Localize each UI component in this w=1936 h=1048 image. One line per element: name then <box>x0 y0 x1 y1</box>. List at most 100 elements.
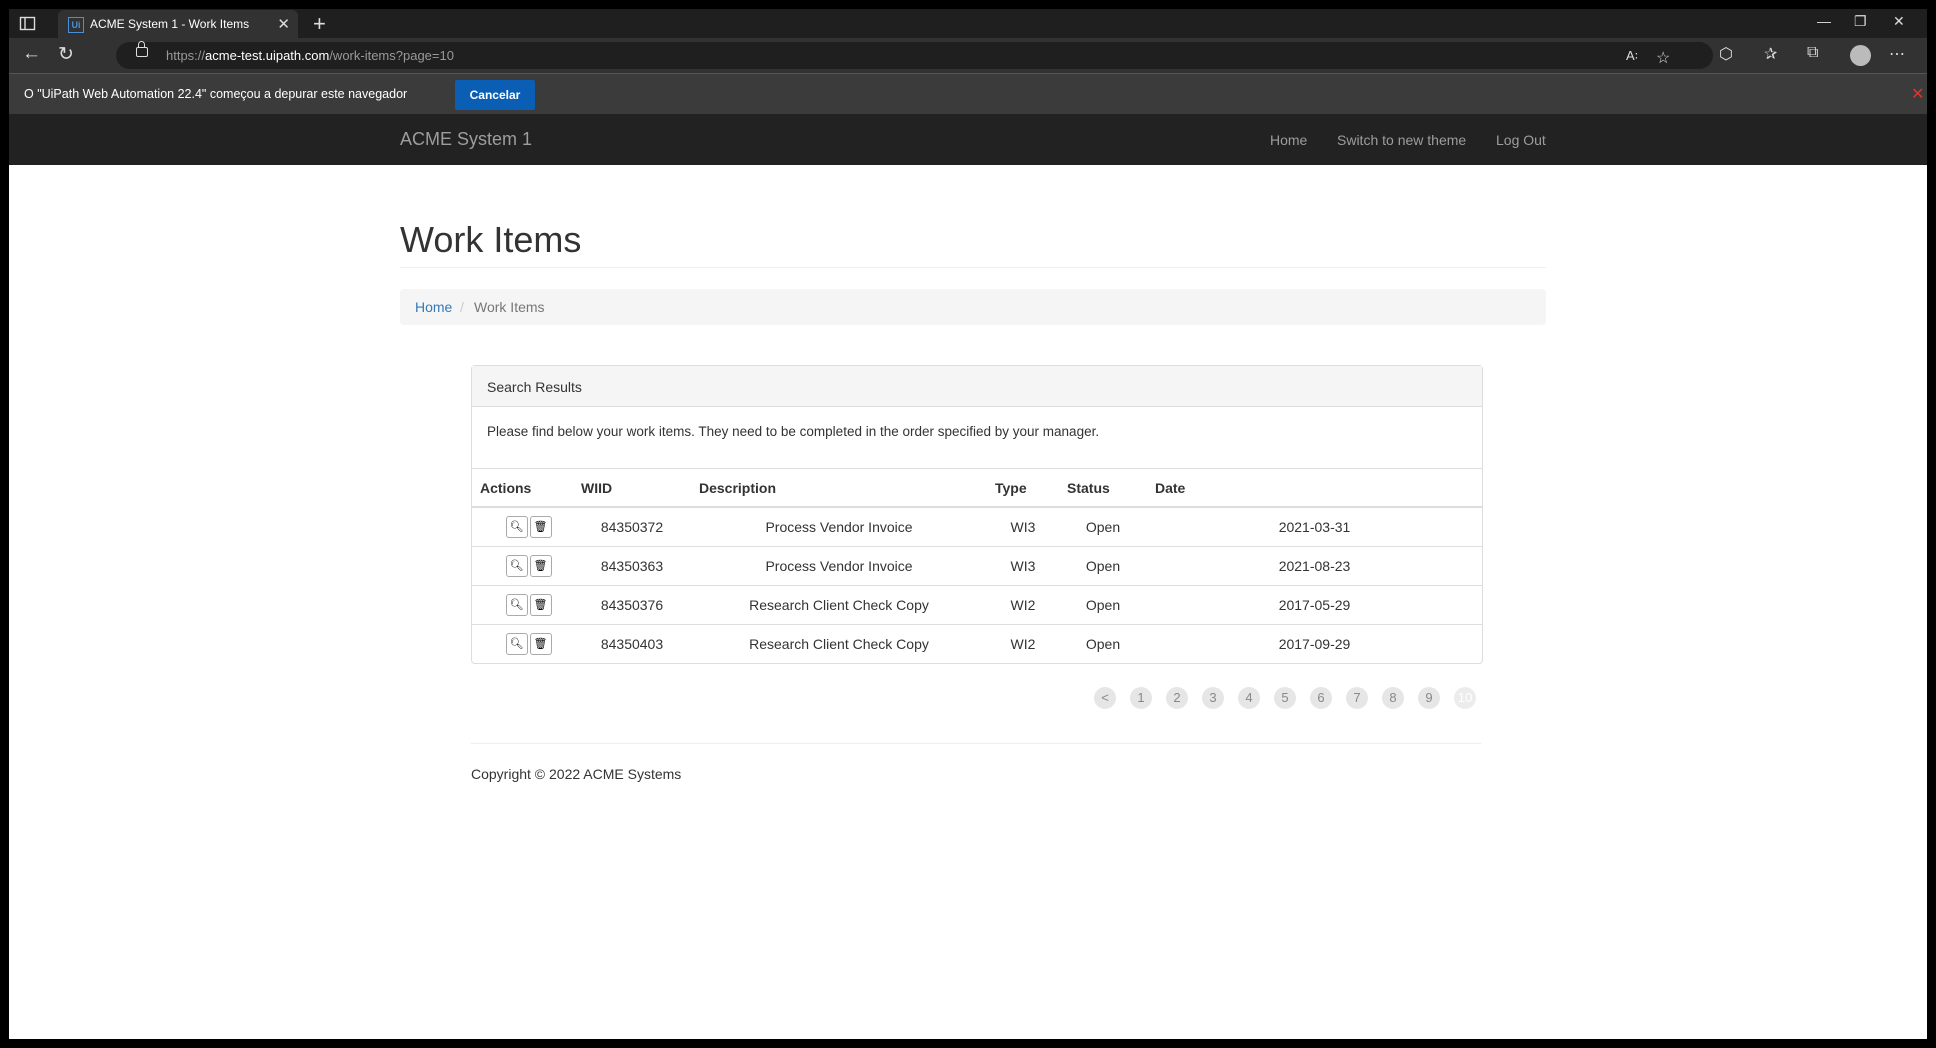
close-window-icon[interactable]: ✕ <box>1893 13 1905 30</box>
row-description: Research Client Check Copy <box>691 585 987 625</box>
pagination-page[interactable]: 8 <box>1382 687 1404 709</box>
navbar-brand[interactable]: ACME System 1 <box>400 129 532 150</box>
breadcrumb: Home / Work Items <box>400 289 1546 325</box>
view-details-search-icon[interactable]: 🔍︎ <box>505 633 528 655</box>
site-navbar: ACME System 1 Home Switch to new theme L… <box>9 114 1927 165</box>
pagination-page[interactable]: 3 <box>1202 687 1224 709</box>
row-status: Open <box>1059 546 1147 586</box>
refresh-icon[interactable]: ↻ <box>58 43 74 66</box>
lock-icon <box>136 41 148 57</box>
panel-heading-text: Search Results <box>487 379 582 395</box>
row-date: 2017-05-29 <box>1147 585 1482 625</box>
table-row: 🔍︎ 🗑︎ 84350403 Research Client Check Copy… <box>472 624 1482 663</box>
pagination-page[interactable]: 5 <box>1274 687 1296 709</box>
panel-description: Please find below your work items. They … <box>487 424 1100 439</box>
row-wiid: 84350372 <box>573 506 691 547</box>
row-actions: 🔍︎ 🗑︎ <box>472 506 573 547</box>
tab-strip: Ui ACME System 1 - Work Items ✕ + — ❐ ✕ <box>9 9 1927 38</box>
add-favorite-icon[interactable]: ☆ <box>1656 48 1670 68</box>
restore-icon[interactable]: ❐ <box>1854 13 1867 30</box>
favorites-icon[interactable]: ✰ <box>1764 44 1777 64</box>
address-bar: ← ↻ https://acme-test.uipath.com/work-it… <box>9 38 1927 73</box>
table-row: 🔍︎ 🗑︎ 84350376 Research Client Check Copy… <box>472 585 1482 625</box>
view-details-search-icon[interactable]: 🔍︎ <box>505 516 528 538</box>
more-menu-icon[interactable]: ⋯ <box>1889 44 1905 64</box>
col-description-header: Description <box>691 468 987 508</box>
url-text: https://acme-test.uipath.com/work-items?… <box>166 48 454 63</box>
row-wiid: 84350363 <box>573 546 691 586</box>
row-status: Open <box>1059 506 1147 547</box>
title-divider <box>400 267 1546 268</box>
row-status: Open <box>1059 585 1147 625</box>
browser-window: Ui ACME System 1 - Work Items ✕ + — ❐ ✕ … <box>9 9 1927 1039</box>
close-tab-icon[interactable]: ✕ <box>277 15 290 33</box>
pagination-prev[interactable]: < <box>1094 687 1116 709</box>
back-icon[interactable]: ← <box>22 43 41 65</box>
row-type: WI3 <box>987 546 1059 586</box>
pagination-page[interactable]: 4 <box>1238 687 1260 709</box>
tab-actions-icon[interactable] <box>19 15 36 32</box>
delete-trash-icon[interactable]: 🗑︎ <box>529 516 552 538</box>
infobar-message: O "UiPath Web Automation 22.4" começou a… <box>24 87 408 101</box>
footer-divider <box>471 743 1481 744</box>
uipath-favicon-icon: Ui <box>68 17 84 33</box>
pagination-page[interactable]: 6 <box>1310 687 1332 709</box>
close-infobar-icon[interactable]: ✕ <box>1911 84 1924 104</box>
view-details-search-icon[interactable]: 🔍︎ <box>505 594 528 616</box>
row-date: 2021-03-31 <box>1147 506 1482 547</box>
table-header-row: Actions WIID Description Type Status Dat… <box>472 468 1482 508</box>
col-actions-header: Actions <box>472 468 573 508</box>
debug-infobar: O "UiPath Web Automation 22.4" começou a… <box>9 73 1927 115</box>
row-type: WI3 <box>987 506 1059 547</box>
table-row: 🔍︎ 🗑︎ 84350363 Process Vendor Invoice WI3… <box>472 546 1482 586</box>
row-actions: 🔍︎ 🗑︎ <box>472 624 573 663</box>
minimize-icon[interactable]: — <box>1817 13 1831 29</box>
collections-icon[interactable]: ⧉ <box>1807 44 1818 62</box>
row-actions: 🔍︎ 🗑︎ <box>472 546 573 586</box>
delete-trash-icon[interactable]: 🗑︎ <box>529 555 552 577</box>
page-title: Work Items <box>400 219 582 260</box>
row-description: Process Vendor Invoice <box>691 546 987 586</box>
col-status-header: Status <box>1059 468 1147 508</box>
col-date-header: Date <box>1147 468 1482 508</box>
cancel-debug-button[interactable]: Cancelar <box>455 80 535 110</box>
view-details-search-icon[interactable]: 🔍︎ <box>505 555 528 577</box>
pagination-page-current[interactable]: 10 <box>1454 687 1476 709</box>
pagination-page[interactable]: 9 <box>1418 687 1440 709</box>
nav-switch-theme-link[interactable]: Switch to new theme <box>1337 132 1466 148</box>
breadcrumb-current: Work Items <box>474 299 545 315</box>
col-type-header: Type <box>987 468 1059 508</box>
pagination-page[interactable]: 7 <box>1346 687 1368 709</box>
nav-logout-link[interactable]: Log Out <box>1496 132 1546 148</box>
table-row: 🔍︎ 🗑︎ 84350372 Process Vendor Invoice WI3… <box>472 506 1482 547</box>
nav-home-link[interactable]: Home <box>1270 132 1307 148</box>
row-type: WI2 <box>987 624 1059 663</box>
panel-heading: Search Results <box>472 366 1482 407</box>
search-results-panel: Search Results Please find below your wo… <box>471 365 1483 664</box>
delete-trash-icon[interactable]: 🗑︎ <box>529 633 552 655</box>
row-wiid: 84350403 <box>573 624 691 663</box>
row-status: Open <box>1059 624 1147 663</box>
footer-copyright: Copyright © 2022 ACME Systems <box>471 766 682 782</box>
col-wiid-header: WIID <box>573 468 691 508</box>
work-items-table: Actions WIID Description Type Status Dat… <box>472 468 1482 663</box>
row-actions: 🔍︎ 🗑︎ <box>472 585 573 625</box>
extensions-icon[interactable]: ⬡ <box>1719 44 1733 64</box>
profile-avatar-icon[interactable] <box>1850 45 1871 66</box>
breadcrumb-home-link[interactable]: Home <box>415 299 452 315</box>
breadcrumb-separator: / <box>460 299 464 315</box>
tab-title: ACME System 1 - Work Items <box>90 17 250 31</box>
url-field[interactable]: https://acme-test.uipath.com/work-items?… <box>116 41 1713 69</box>
delete-trash-icon[interactable]: 🗑︎ <box>529 594 552 616</box>
new-tab-icon[interactable]: + <box>313 11 326 37</box>
pagination-page[interactable]: 1 <box>1130 687 1152 709</box>
pagination-page[interactable]: 2 <box>1166 687 1188 709</box>
row-date: 2021-08-23 <box>1147 546 1482 586</box>
row-date: 2017-09-29 <box>1147 624 1482 663</box>
row-description: Process Vendor Invoice <box>691 506 987 547</box>
read-aloud-icon[interactable]: A꞉ <box>1626 48 1638 63</box>
row-description: Research Client Check Copy <box>691 624 987 663</box>
browser-tab[interactable]: Ui ACME System 1 - Work Items ✕ <box>58 10 298 38</box>
row-type: WI2 <box>987 585 1059 625</box>
row-wiid: 84350376 <box>573 585 691 625</box>
